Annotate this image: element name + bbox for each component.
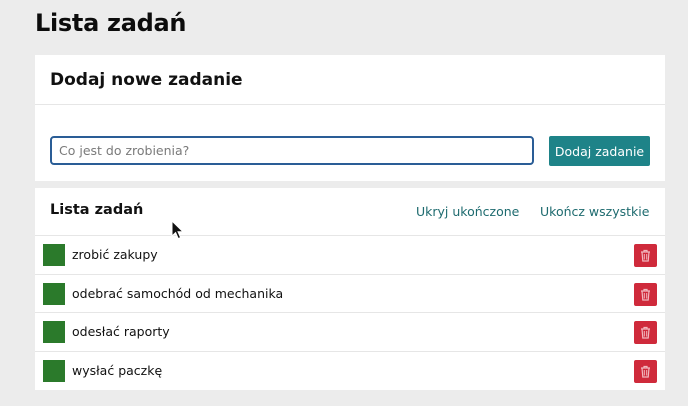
delete-task-button[interactable] — [634, 321, 657, 344]
hide-completed-link[interactable]: Ukryj ukończone — [416, 204, 519, 219]
task-text: odesłać raporty — [72, 324, 170, 339]
add-task-button[interactable]: Dodaj zadanie — [549, 136, 650, 166]
task-checkbox[interactable] — [43, 321, 65, 343]
trash-icon — [640, 249, 651, 262]
task-list-title: Lista zadań — [50, 202, 144, 218]
page-title: Lista zadań — [35, 9, 187, 37]
delete-task-button[interactable] — [634, 359, 657, 383]
task-checkbox[interactable] — [43, 244, 65, 266]
add-task-header: Dodaj nowe zadanie — [35, 55, 665, 105]
task-row: odebrać samochód od mechanika — [35, 275, 665, 313]
complete-all-link[interactable]: Ukończ wszystkie — [540, 204, 649, 219]
add-task-title: Dodaj nowe zadanie — [50, 69, 243, 90]
task-text: odebrać samochód od mechanika — [72, 285, 284, 301]
delete-task-button[interactable] — [634, 244, 657, 267]
trash-icon — [640, 365, 651, 378]
new-task-input[interactable] — [50, 136, 534, 165]
delete-task-button[interactable] — [634, 282, 657, 306]
task-row: wysłać paczkę — [35, 352, 665, 391]
trash-icon — [640, 288, 651, 301]
add-task-card: Dodaj nowe zadanie Dodaj zadanie — [35, 55, 665, 181]
task-checkbox[interactable] — [43, 359, 65, 382]
task-list-header: Lista zadań Ukryj ukończone Ukończ wszys… — [35, 188, 665, 236]
task-text: wysłać paczkę — [72, 362, 163, 378]
task-text: zrobić zakupy — [72, 247, 158, 262]
task-list-card: Lista zadań Ukryj ukończone Ukończ wszys… — [35, 188, 665, 390]
task-row: zrobić zakupy — [35, 236, 665, 275]
trash-icon — [640, 326, 651, 339]
task-row: odesłać raporty — [35, 313, 665, 352]
task-checkbox[interactable] — [43, 282, 65, 305]
task-list: zrobić zakupy odebrać samochód od mechan… — [35, 236, 665, 390]
